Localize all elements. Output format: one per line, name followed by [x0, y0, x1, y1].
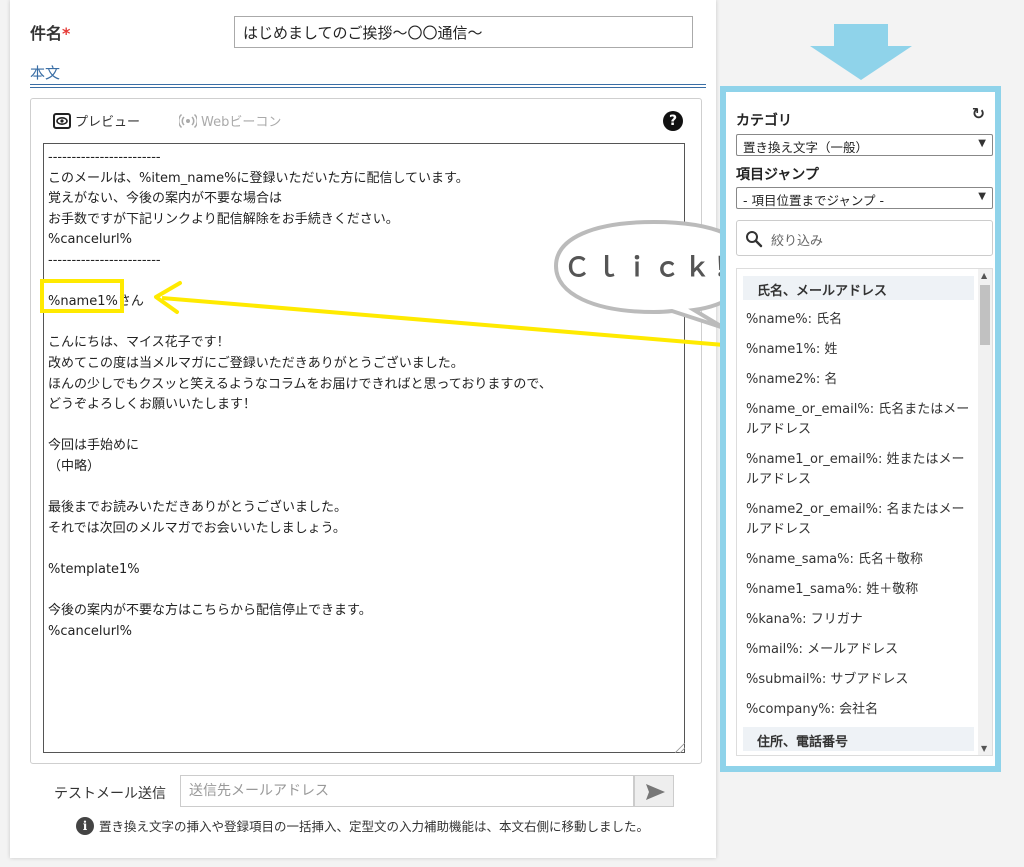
scroll-up-icon[interactable]: ▲	[981, 271, 987, 280]
group-header: 住所、電話番号	[743, 727, 974, 751]
chevron-down-icon: ▼	[978, 138, 986, 149]
list-item[interactable]: %name_or_email%: 氏名またはメールアドレス	[737, 400, 980, 440]
jump-label: 項目ジャンプ	[736, 167, 819, 183]
list-item[interactable]: %name%: 氏名	[737, 310, 980, 330]
group-header: 氏名、メールアドレス	[743, 276, 974, 300]
list-item[interactable]: %submail%: サブアドレス	[737, 670, 980, 690]
list-item[interactable]: %kana%: フリガナ	[737, 610, 980, 630]
filter-input[interactable]: 絞り込み	[736, 220, 993, 256]
insert-helper-sidebar: カテゴリ ↻ 置き換え文字（一般） ▼ 項目ジャンプ - 項目位置までジャンプ …	[720, 86, 1001, 772]
list-item[interactable]: %company%: 会社名	[737, 700, 980, 720]
category-select[interactable]: 置き換え文字（一般） ▼	[736, 134, 993, 156]
replacement-list: 氏名、メールアドレス %name%: 氏名 %name1%: 姓 %name2%: 名…	[736, 268, 993, 756]
chevron-down-icon: ▼	[978, 191, 986, 202]
callout-text: Ｃｌｉｃｋ！	[564, 252, 744, 282]
list-item[interactable]: %name2%: 名	[737, 370, 980, 390]
list-item[interactable]: %name_sama%: 氏名＋敬称	[737, 550, 980, 570]
scrollbar-thumb[interactable]	[980, 285, 990, 345]
refresh-icon[interactable]: ↻	[972, 104, 985, 123]
list-item[interactable]: %name1_sama%: 姓＋敬称	[737, 580, 980, 600]
scroll-down-icon[interactable]: ▼	[981, 744, 987, 753]
list-item[interactable]: %name1_or_email%: 姓またはメールアドレス	[737, 450, 980, 490]
jump-select[interactable]: - 項目位置までジャンプ - ▼	[736, 187, 993, 209]
search-icon	[746, 231, 763, 248]
down-arrow-icon	[810, 24, 912, 80]
list-item[interactable]: %name2_or_email%: 名またはメールアドレス	[737, 500, 980, 540]
list-content: 氏名、メールアドレス %name%: 氏名 %name1%: 姓 %name2%: 名…	[737, 269, 980, 751]
list-item[interactable]: %mail%: メールアドレス	[737, 640, 980, 660]
list-item[interactable]: %name1%: 姓	[737, 340, 980, 360]
category-label: カテゴリ	[736, 113, 792, 129]
scrollbar[interactable]: ▲ ▼	[978, 269, 992, 755]
